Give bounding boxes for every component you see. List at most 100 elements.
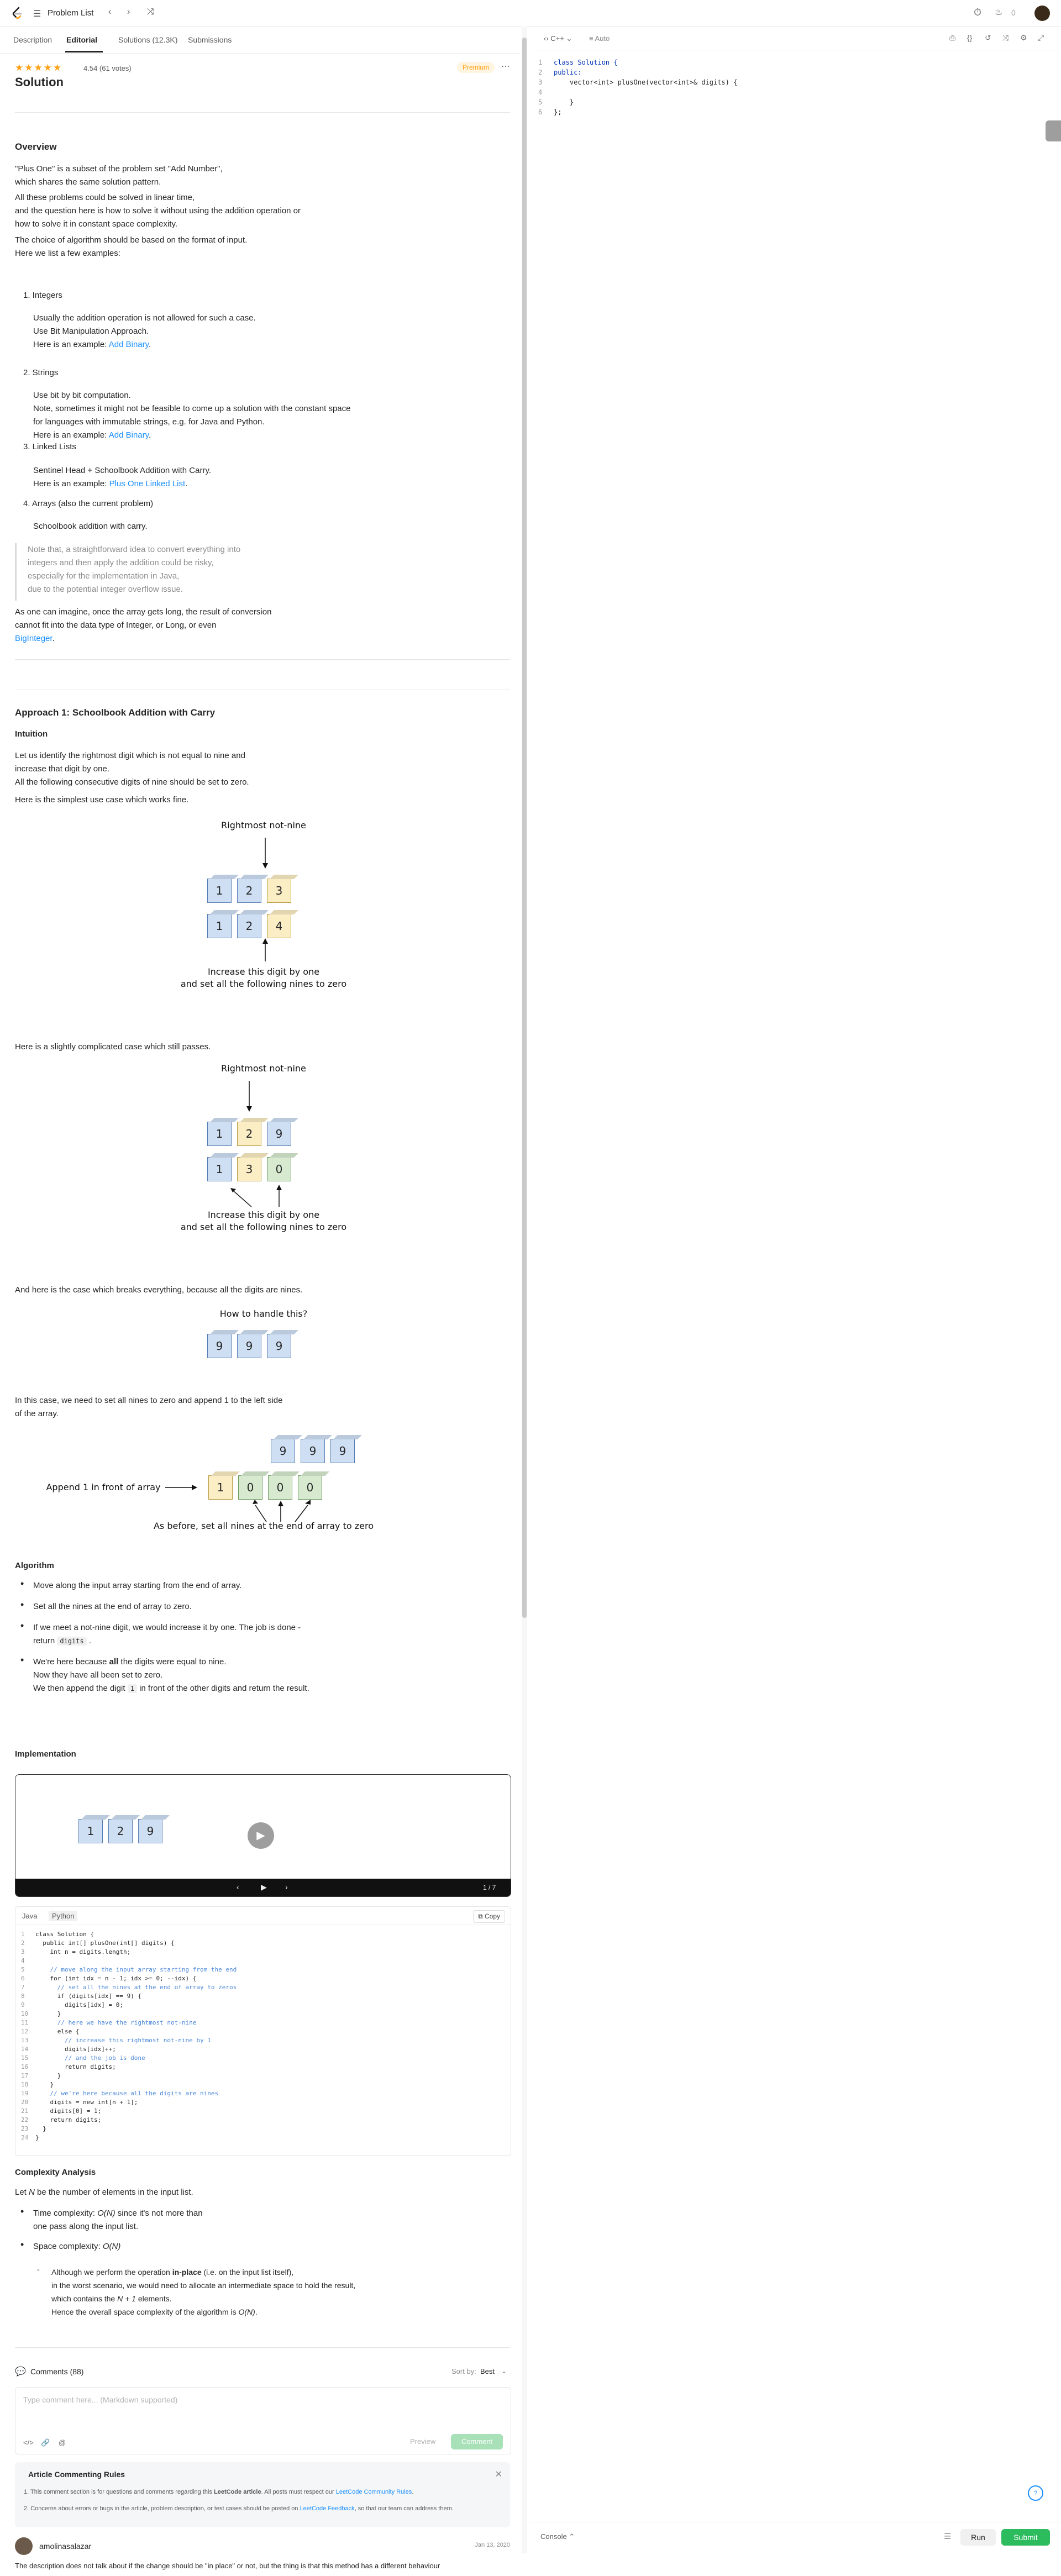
run-button[interactable]: Run [960,2529,996,2546]
prev-problem-icon[interactable]: ‹ [108,7,111,17]
code-text: } [554,98,574,106]
rules-title: Article Commenting Rules [28,2470,125,2479]
shuffle-icon[interactable]: ⤨ [1002,33,1009,43]
editor-line[interactable]: 5 } [538,97,574,107]
text-line: which contains the [51,2294,118,2303]
tab-python[interactable]: Python [49,1911,78,1921]
text-line: for languages with immutable strings, e.… [33,417,265,427]
digit-cell-highlight: 4 [267,914,291,938]
comment-editor[interactable]: Type comment here... (Markdown supported… [15,2387,511,2454]
code-line: 16 return digits; [21,2063,116,2072]
close-icon[interactable]: ✕ [495,2469,502,2480]
feedback-link[interactable]: LeetCode Feedback [300,2505,355,2512]
comment-button[interactable]: Comment [451,2434,503,2449]
editor-line[interactable]: 2 public: [538,67,582,77]
code-line: 13 // increase this rightmost not-nine b… [21,2036,211,2045]
tab-submissions[interactable]: Submissions [188,35,232,44]
editor-bottom-bar: Console ⌃ ☰ Run Submit [530,2522,1061,2553]
console-toggle[interactable]: Console ⌃ [540,2532,575,2541]
play-overlay-icon[interactable]: ▶ [248,1822,274,1849]
tab-java[interactable]: Java [22,1912,37,1920]
chat-help-icon[interactable]: ? [1028,2485,1043,2501]
commenter-name[interactable]: amolinasalazar [39,2542,91,2551]
algorithm-step: Move along the input array starting from… [33,1581,242,1590]
text-line: Here is an example: [33,479,109,488]
scrollbar-thumb[interactable] [522,38,527,1618]
language-select[interactable]: ‹› C++ ⌄ [544,34,572,43]
comment-item: amolinasalazar Jan 13, 2020 The descript… [15,2537,510,2576]
avatar[interactable] [15,2537,33,2555]
editor-line[interactable]: 4 [538,87,554,97]
code-text: // here we have the rightmost not-nine [35,2019,197,2026]
submit-button[interactable]: Submit [1001,2529,1050,2546]
braces-icon[interactable]: {} [967,33,972,42]
side-panel-tab[interactable] [1046,120,1061,141]
line-number: 21 [21,2107,29,2115]
tab-solutions[interactable]: Solutions (12.3K) [118,35,177,44]
problem-list-link[interactable]: Problem List [48,8,93,18]
text-line: (i.e. on the input list itself), [201,2268,294,2277]
settings-icon[interactable]: ⚙ [1020,33,1027,43]
code-text: class Solution { [554,59,618,66]
auto-mode[interactable]: ≡ Auto [589,34,610,43]
shuffle-icon[interactable]: ⤨ [147,7,154,17]
code-line: 20 digits = new int[n + 1]; [21,2098,138,2107]
editor-line[interactable]: 6}; [538,107,561,117]
list-item-title: 1. Integers [23,291,62,300]
code-line: 18 } [21,2080,54,2089]
at-mention-icon[interactable]: @ [59,2438,66,2447]
math: O(N) [238,2307,255,2316]
line-number: 1 [21,1931,25,1938]
comment-icon: 💬 [15,2367,26,2377]
text-line: As one can imagine, once the array gets … [15,607,272,617]
text-line: and the question here is how to solve it… [15,206,301,215]
digit-cell: 2 [108,1819,133,1843]
text-line: how to solve it in constant space comple… [15,219,178,229]
plus-one-linked-list-link[interactable]: Plus One Linked List [109,479,186,488]
code-text: class Solution { [35,1931,94,1938]
add-binary-link[interactable]: Add Binary [109,430,149,440]
next-problem-icon[interactable]: › [127,7,130,17]
bookmark-icon[interactable]: ⎙ [949,33,955,43]
editor-line[interactable]: 1 class Solution { [538,57,618,67]
format-icon[interactable]: ☰ [944,2531,951,2541]
add-binary-link[interactable]: Add Binary [109,340,149,349]
preview-button[interactable]: Preview [410,2437,435,2446]
link-icon[interactable]: 🔗 [41,2438,50,2447]
community-rules-link[interactable]: LeetCode Community Rules [336,2489,412,2495]
code-line: 7 // set all the nines at the end of arr… [21,1983,237,1992]
tab-description[interactable]: Description [13,35,52,44]
code-text: } [35,2010,61,2017]
comment-text: The description does not talk about if t… [15,2562,440,2570]
copy-label: Copy [484,1912,500,1920]
biginteger-link[interactable]: BigInteger [15,634,52,643]
line-number: 9 [21,2001,25,2009]
text-line: due to the potential integer overflow is… [28,585,183,594]
streak-icon[interactable]: ♨ [995,7,1002,18]
copy-button[interactable]: ⧉ Copy [473,1910,505,1923]
more-options-icon[interactable]: ⋯ [501,61,510,72]
next-frame-icon[interactable]: › [285,1883,288,1891]
prev-frame-icon[interactable]: ‹ [237,1883,239,1891]
editor-line[interactable]: 3 vector<int> plusOne(vector<int>& digit… [538,77,737,87]
play-icon[interactable]: ▶ [261,1883,267,1892]
text-line: 1. This comment section is for questions… [24,2489,214,2495]
overview-text: The choice of algorithm should be based … [15,234,247,260]
leetcode-logo-icon[interactable] [11,7,23,20]
comment-input-placeholder[interactable]: Type comment here... (Markdown supported… [23,2395,177,2404]
user-avatar[interactable] [1034,6,1050,21]
digit-cell: 9 [138,1819,162,1843]
timer-icon[interactable]: ⏱ [974,7,981,18]
code-format-icon[interactable]: </> [23,2438,34,2447]
sort-select[interactable]: Best [480,2367,495,2375]
text-line: We then append the digit [33,1684,128,1693]
line-number: 6 [538,108,543,116]
expand-icon[interactable]: ⤢ [1038,33,1044,43]
code-line: 12 else { [21,2027,79,2036]
rating-stars[interactable]: ★★★★★ [15,62,62,73]
tab-editorial[interactable]: Editorial [66,35,97,44]
problem-list-icon[interactable]: ☰ [33,8,41,19]
console-label: Console [540,2532,567,2541]
chevron-down-icon[interactable]: ⌄ [501,2367,507,2375]
reset-icon[interactable]: ↺ [985,33,991,43]
